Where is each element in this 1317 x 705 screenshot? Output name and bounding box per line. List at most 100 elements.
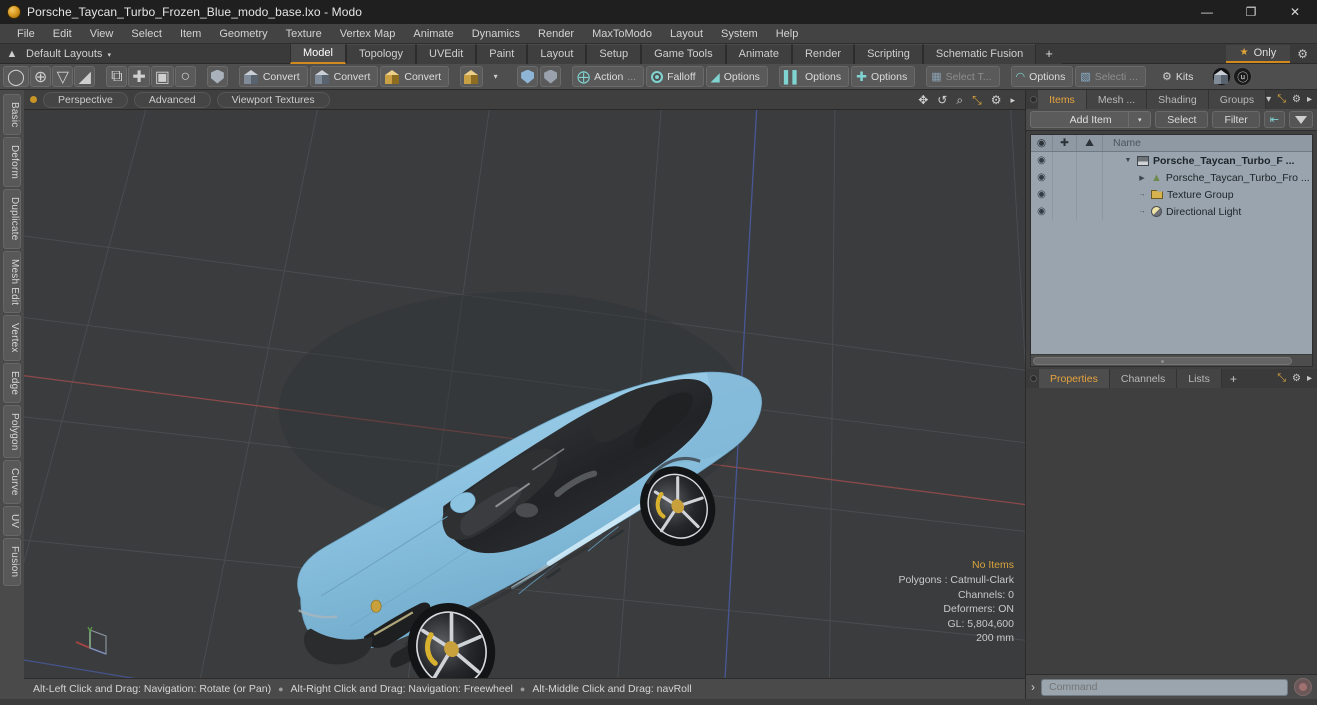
viewport-menu-dot[interactable]: [30, 96, 37, 103]
cube-dropdown-button[interactable]: [460, 66, 484, 87]
fit-view-icon[interactable]: ⤡: [972, 94, 982, 106]
upload-icon[interactable]: ▲: [4, 46, 20, 62]
funnel-icon[interactable]: [1289, 111, 1313, 128]
convert-button-3[interactable]: Convert: [380, 66, 450, 87]
workplane-options-button[interactable]: ✚ Options: [851, 66, 916, 87]
chevron-down-icon[interactable]: ▾: [1266, 94, 1271, 105]
properties-panel-body[interactable]: [1026, 388, 1317, 674]
tree-item-texture-group[interactable]: → Texture Group: [1103, 189, 1312, 201]
menu-item[interactable]: Item: [171, 25, 210, 43]
layout-tab-scripting[interactable]: Scripting: [854, 43, 923, 64]
tab-mesh[interactable]: Mesh ...: [1086, 90, 1148, 109]
layout-tab-topology[interactable]: Topology: [345, 43, 417, 64]
layout-tab-animate[interactable]: Animate: [725, 43, 792, 64]
layout-tab-uvedit[interactable]: UVEdit: [416, 43, 477, 64]
sidebar-item-curve[interactable]: Curve: [3, 460, 21, 505]
scrollbar-thumb[interactable]: [1033, 357, 1292, 365]
convert-button-2[interactable]: Convert: [309, 66, 379, 87]
command-input[interactable]: [1041, 678, 1288, 696]
tree-item-directional-light[interactable]: → Directional Light: [1103, 206, 1312, 218]
collapse-all-icon[interactable]: ⇤: [1263, 111, 1285, 128]
panel-gear-icon[interactable]: ⚙: [1292, 373, 1301, 384]
chevron-down-icon[interactable]: ▾: [1128, 111, 1150, 128]
smooth-icon[interactable]: ○: [174, 66, 196, 87]
shield-gray-button[interactable]: [540, 66, 562, 87]
tab-lists[interactable]: Lists: [1177, 369, 1222, 388]
sidebar-item-duplicate[interactable]: Duplicate: [3, 189, 21, 249]
kits-button[interactable]: ⚙ Kits: [1156, 66, 1202, 87]
tree-item-mesh[interactable]: ▶ ▲ Porsche_Taycan_Turbo_Fro ...: [1103, 172, 1312, 184]
menu-maxtomodo[interactable]: MaxToModo: [583, 25, 661, 43]
layout-tab-setup[interactable]: Setup: [586, 43, 642, 64]
circle-primitive-icon[interactable]: ◯: [3, 66, 29, 87]
table-row[interactable]: ◉ → Texture Group: [1031, 186, 1312, 203]
layout-tab-model[interactable]: Model: [290, 43, 346, 64]
minimize-button[interactable]: —: [1185, 0, 1229, 24]
sidebar-item-edge[interactable]: Edge: [3, 362, 21, 403]
3d-viewport[interactable]: No Items Polygons : Catmull-Clark Channe…: [24, 110, 1025, 678]
menu-select[interactable]: Select: [122, 25, 171, 43]
pan-icon[interactable]: ✥: [918, 94, 928, 106]
rotate-icon[interactable]: ↺: [937, 94, 947, 106]
chevron-down-icon[interactable]: ▼: [1123, 157, 1133, 164]
eye-icon[interactable]: ◉: [1037, 206, 1046, 217]
layout-tab-schematic-fusion[interactable]: Schematic Fusion: [922, 43, 1037, 64]
tab-groups[interactable]: Groups: [1208, 90, 1267, 109]
shield-blue-button[interactable]: [517, 66, 539, 87]
falloff-button[interactable]: Falloff: [646, 66, 704, 87]
menu-render[interactable]: Render: [529, 25, 583, 43]
tab-properties[interactable]: Properties: [1039, 369, 1110, 388]
move-lock-cell[interactable]: [1053, 203, 1077, 220]
items-tree[interactable]: ◉ ✚ ⛰ Name ◉ ▼ Porsche_Taycan_Turbo_F ..…: [1030, 134, 1313, 367]
viewport-shading-dropdown[interactable]: Advanced: [133, 91, 211, 108]
menu-dynamics[interactable]: Dynamics: [463, 25, 529, 43]
tree-item-scene[interactable]: ▼ Porsche_Taycan_Turbo_F ...: [1103, 155, 1312, 167]
select-button[interactable]: Select: [1155, 111, 1209, 128]
menu-texture[interactable]: Texture: [277, 25, 331, 43]
pen-tool-icon[interactable]: ▽: [52, 66, 74, 87]
layout-options-button[interactable]: ◠ Options: [1010, 66, 1074, 87]
selection-set-button[interactable]: ▧ Selecti ...: [1075, 66, 1146, 87]
menu-geometry[interactable]: Geometry: [210, 25, 276, 43]
menu-help[interactable]: Help: [767, 25, 808, 43]
items-tree-hscrollbar[interactable]: [1031, 354, 1312, 366]
mirror-icon[interactable]: ⧉: [106, 66, 128, 87]
menu-vertex-map[interactable]: Vertex Map: [331, 25, 405, 43]
select-through-button[interactable]: ▦ Select T...: [926, 66, 1000, 87]
sidebar-item-basic[interactable]: Basic: [3, 94, 21, 136]
tab-shading[interactable]: Shading: [1147, 90, 1209, 109]
eye-icon[interactable]: ◉: [1037, 155, 1046, 166]
shield-button[interactable]: [206, 66, 228, 87]
render-cell[interactable]: [1077, 186, 1103, 203]
menu-layout[interactable]: Layout: [661, 25, 712, 43]
tab-channels[interactable]: Channels: [1109, 369, 1178, 388]
eye-icon[interactable]: ◉: [1037, 189, 1046, 200]
bevel-icon[interactable]: ▣: [150, 66, 174, 87]
menu-animate[interactable]: Animate: [404, 25, 462, 43]
panel-more-icon[interactable]: ▸: [1307, 94, 1312, 105]
panel-gear-icon[interactable]: ⚙: [1292, 94, 1301, 105]
layout-tab-layout[interactable]: Layout: [527, 43, 587, 64]
render-cell[interactable]: [1077, 169, 1103, 186]
zoom-icon[interactable]: ⌕: [956, 94, 963, 106]
tab-items[interactable]: Items: [1038, 90, 1087, 109]
menu-system[interactable]: System: [712, 25, 767, 43]
menu-file[interactable]: File: [8, 25, 44, 43]
chevron-right-icon[interactable]: ▶: [1137, 174, 1147, 182]
add-panel-tab-button[interactable]: +: [1221, 369, 1245, 388]
menu-edit[interactable]: Edit: [44, 25, 81, 43]
preview-sphere-icon[interactable]: [1212, 67, 1232, 86]
sidebar-item-fusion[interactable]: Fusion: [3, 538, 21, 586]
viewport-textures-dropdown[interactable]: Viewport Textures: [216, 91, 330, 108]
unreal-engine-icon[interactable]: ⓤ: [1233, 67, 1253, 86]
sidebar-item-deform[interactable]: Deform: [3, 137, 21, 188]
panel-more-icon[interactable]: ▸: [1307, 373, 1312, 384]
expand-panel-icon[interactable]: ⤡: [1277, 372, 1286, 385]
record-macro-icon[interactable]: [1294, 678, 1312, 696]
render-cell[interactable]: [1077, 152, 1103, 169]
sidebar-item-polygon[interactable]: Polygon: [3, 404, 21, 459]
move-lock-cell[interactable]: [1053, 186, 1077, 203]
viewport-more-icon[interactable]: ▸: [1010, 94, 1015, 106]
only-toggle-button[interactable]: ★ Only: [1225, 44, 1291, 63]
array-icon[interactable]: ✚: [128, 66, 150, 87]
